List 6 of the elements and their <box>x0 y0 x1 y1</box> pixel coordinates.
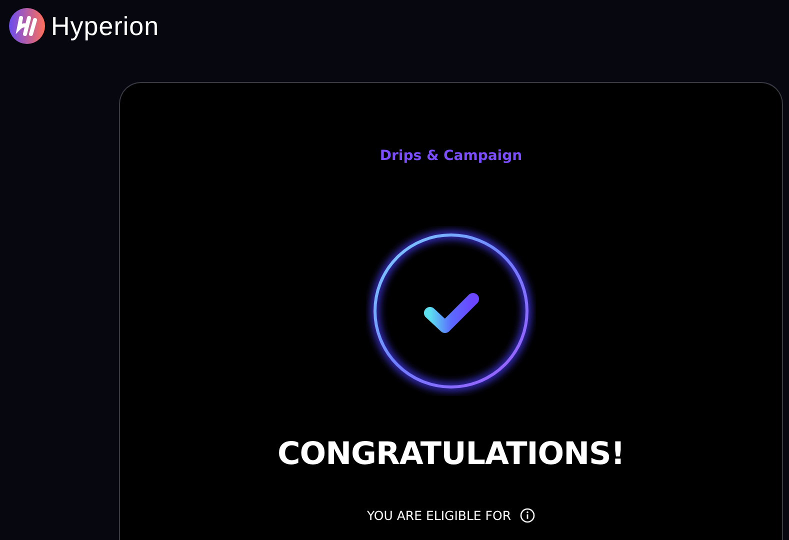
category-title: Drips & Campaign <box>380 148 522 164</box>
eligibility-label: YOU ARE ELIGIBLE FOR <box>366 508 512 523</box>
info-icon[interactable] <box>520 508 536 523</box>
headline: CONGRATULATIONS! <box>277 436 625 472</box>
brand-name: Hyperion <box>51 10 160 42</box>
logo-icon <box>9 8 45 44</box>
